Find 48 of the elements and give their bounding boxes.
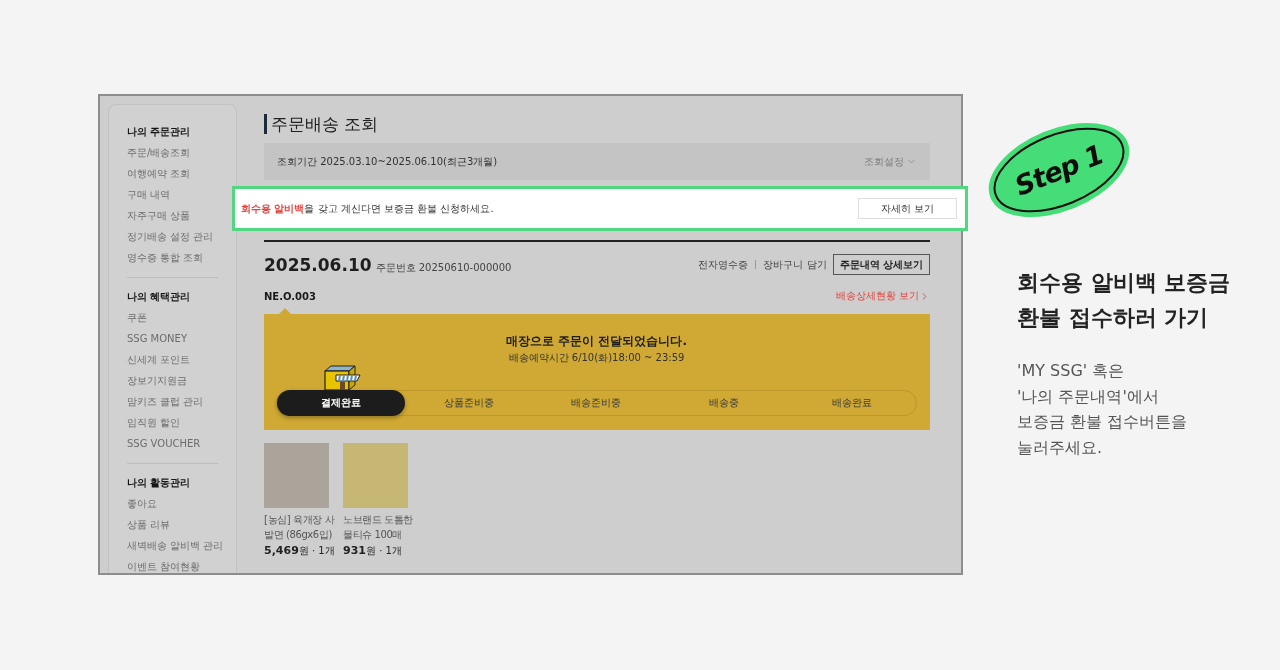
sidebar-item[interactable]: 맘키즈 클럽 관리 (127, 391, 218, 412)
order-detail-button[interactable]: 주문내역 상세보기 (832, 254, 930, 275)
sidebar-item[interactable]: 구매 내역 (127, 184, 218, 205)
sidebar-item[interactable]: 장보기지원금 (127, 370, 218, 391)
settings-dropdown[interactable]: 조회설정 (864, 154, 917, 169)
progress-step: 배송준비중 (532, 390, 661, 416)
tracking-link[interactable]: 배송상세현황 보기 (835, 289, 930, 303)
sidebar-item[interactable]: 쿠폰 (127, 307, 218, 328)
progress-step: 결제완료 (277, 390, 405, 416)
product-price: 5,469원 · 1개 (264, 543, 336, 558)
photo-placeholder[interactable] (264, 443, 329, 508)
step-badge: Step 1 (988, 122, 1130, 218)
order-number: 주문번호 20250610-000000 (375, 260, 512, 275)
details-button[interactable]: 자세히 보기 (858, 198, 957, 219)
sidebar-item[interactable]: 신세계 포인트 (127, 349, 218, 370)
photo-placeholder[interactable] (343, 443, 408, 508)
notice-text: 회수용 알비백을 갖고 계신다면 보증금 환불 신청하세요. (241, 201, 494, 216)
product-name[interactable]: [농심] 육개장 사발면 (86gx6입) (264, 512, 343, 542)
order-link[interactable]: 전자영수증 (698, 257, 749, 272)
progress-step: 배송완료 (788, 390, 916, 416)
progress-step: 배송중 (660, 390, 789, 416)
product-price: 931원 · 1개 (343, 543, 403, 558)
sidebar-item[interactable]: SSG VOUCHER (127, 433, 218, 454)
sidebar-item[interactable]: SSG MONEY (127, 328, 218, 349)
delivery-time: 배송예약시간 6/10(화)18:00 ~ 23:59 (508, 351, 685, 365)
store-code: NE.O.003 (264, 290, 316, 302)
progress-step: 상품준비중 (404, 390, 533, 416)
guide-description: 'MY SSG' 혹은 '나의 주문내역'에서 보증금 환불 접수버튼을 눌러주세요. (1017, 360, 1189, 459)
sidebar-section-title: 나의 활동관리 (127, 476, 192, 490)
sidebar-item[interactable]: 상품 리뷰 (127, 514, 218, 535)
period-label: 조회기간 2025.03.10~2025.06.10(최근3개월) (277, 154, 498, 169)
sidebar-item[interactable]: 임직원 할인 (127, 412, 218, 433)
order-date: 2025.06.10 (264, 254, 372, 275)
sidebar-item[interactable]: 이벤트 참여현황 (127, 556, 218, 577)
sidebar-item[interactable]: 자주구매 상품 (127, 205, 218, 226)
sidebar-item[interactable]: 영수증 통합 조회 (127, 247, 218, 268)
sidebar-section-title: 나의 혜택관리 (127, 290, 192, 304)
store-icon (322, 365, 362, 390)
guide-heading: 회수용 알비백 보증금 환불 접수하러 가기 (1017, 269, 1231, 332)
sidebar-item[interactable]: 주문/배송조회 (127, 142, 218, 163)
product-name[interactable]: 노브랜드 도톰한 물티슈 100매 (343, 512, 422, 542)
sidebar-section-title: 나의 주문관리 (127, 125, 192, 139)
status-title: 매장으로 주문이 전달되었습니다. (506, 333, 687, 349)
page-title: 주문배송 조회 (264, 114, 379, 134)
sidebar-item[interactable]: 여행예약 조회 (127, 163, 218, 184)
order-link[interactable]: 장바구니 담기 (763, 257, 827, 272)
sidebar-item[interactable]: 정기배송 설정 관리 (127, 226, 218, 247)
sidebar-item[interactable]: 좋아요 (127, 493, 218, 514)
